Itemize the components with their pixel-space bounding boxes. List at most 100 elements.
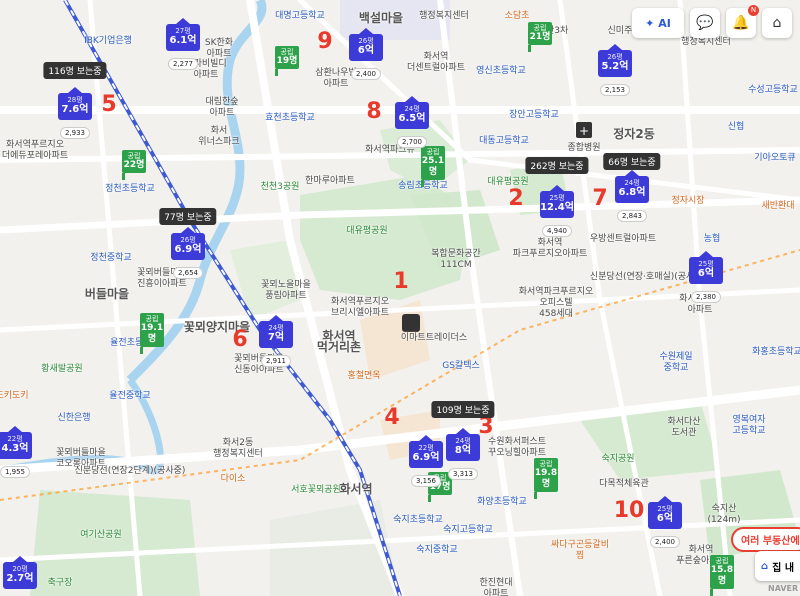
- listing-pin[interactable]: 24평 6.8억 2,843: [615, 170, 649, 222]
- annotation-number: 5: [101, 92, 117, 117]
- chat-button[interactable]: 💬: [690, 8, 720, 38]
- map-label: 정자2동: [613, 127, 655, 141]
- pin-size: 24평: [268, 324, 284, 332]
- map-label: 화서역 더센트럴아파트: [407, 52, 465, 73]
- pin-price: 6.1억: [169, 35, 197, 46]
- annotation-number: 10: [613, 498, 645, 523]
- school-type: 공립: [715, 557, 729, 565]
- pin-size: 28평: [67, 96, 83, 104]
- listing-pin[interactable]: 25평 12.4억 4,940: [540, 185, 574, 237]
- listing-pin[interactable]: 20평2.7억1,355: [3, 556, 37, 596]
- viewer-tooltip: 116명 보는중: [43, 62, 107, 79]
- home-sale-label: 집 내: [772, 562, 795, 574]
- map-label: 버들마을: [84, 287, 130, 301]
- pin-price: 6억: [357, 45, 375, 56]
- map-label: 숙지산 (124m): [707, 504, 741, 525]
- map-label: 숙지고등학교: [443, 525, 493, 535]
- school-type: 공립: [533, 24, 547, 32]
- pin-count: 2,277: [167, 58, 199, 70]
- listing-pin[interactable]: 25평 6억 2,380: [689, 251, 723, 303]
- naver-logo: NAVER: [768, 584, 799, 593]
- listing-pin[interactable]: 25평 6억 2,400: [648, 496, 682, 548]
- pin-price: 7.6억: [61, 104, 89, 115]
- annotation-number: 9: [317, 29, 333, 54]
- house-icon: ⌂: [761, 560, 769, 572]
- annotation-number: 8: [366, 99, 382, 124]
- map-label: 새반환대: [761, 201, 795, 211]
- annotation-number: 4: [384, 405, 400, 430]
- home-button[interactable]: ⌂: [762, 8, 792, 38]
- viewer-tooltip: 109명 보는중: [431, 401, 495, 418]
- pin-size: 25평: [657, 505, 673, 513]
- pin-count: 2,933: [59, 127, 91, 139]
- school-marker[interactable]: 공립 21명: [528, 22, 552, 52]
- map-label: 꽃뫼노을마을 풍림아파트: [261, 280, 311, 301]
- pin-size: 22평: [7, 435, 23, 443]
- map-label: 숙지초등학교: [393, 515, 443, 525]
- listing-pin[interactable]: 22평 4.3억 1,955: [0, 426, 32, 478]
- school-type: 공립: [145, 315, 159, 323]
- pin-size: 22평: [418, 444, 434, 452]
- svg-text:+: +: [579, 124, 589, 138]
- pin-size: 27평: [175, 27, 191, 35]
- pin-count: 1,955: [0, 466, 31, 478]
- map-label: GS칼텍스: [442, 361, 480, 371]
- school-marker[interactable]: 공립 19.1명: [140, 313, 164, 354]
- school-marker[interactable]: 공립 22명: [122, 150, 146, 180]
- promo-bubble[interactable]: 여러 부동산에: [731, 527, 800, 552]
- pin-price: 2.7억: [6, 573, 34, 584]
- listing-pin[interactable]: 26평 5.2억 2,153: [598, 44, 632, 96]
- map-label: 화서역 먹거리촌: [316, 329, 362, 354]
- pin-flag: 27평 6.1억: [166, 18, 200, 51]
- pin-price: 8억: [454, 445, 472, 456]
- school-marker[interactable]: 공립 19.8명: [534, 458, 558, 499]
- listing-pin[interactable]: 26평 6억 2,400: [349, 28, 383, 80]
- map-label: 화서다산 도서관: [667, 417, 701, 438]
- pin-size: 26평: [180, 236, 196, 244]
- map-label: 천천3공원: [260, 182, 300, 192]
- pin-flag: 26평 5.2억: [598, 44, 632, 77]
- map-label: 여기산공원: [80, 530, 122, 540]
- map-label: 화서역파크푸르지오 오피스텔 458세대: [518, 287, 594, 319]
- listing-pin[interactable]: 26평 6.9억 2,654: [171, 227, 205, 279]
- ai-button[interactable]: ✦ AI: [632, 8, 684, 38]
- listing-pin[interactable]: 28평 7.6억 2,933: [58, 87, 92, 139]
- pin-price: 12.4억: [540, 202, 574, 213]
- pin-price: 6.5억: [398, 113, 426, 124]
- map-label: 도키도키: [0, 391, 29, 401]
- map-label: 대유평공원: [346, 226, 388, 236]
- school-marker[interactable]: 공립 19명: [275, 46, 299, 76]
- listing-pin[interactable]: 24평 8억 3,313: [446, 428, 480, 480]
- map-label: 영복여자 고등학교: [732, 415, 766, 436]
- home-sale-button[interactable]: ⌂ 집 내: [755, 551, 800, 581]
- pin-price: 6.8억: [618, 187, 646, 198]
- map-label: 복합문화공간 111CM: [431, 249, 481, 270]
- map-label: 기아오토큐: [754, 153, 796, 163]
- pin-price: 4.3억: [1, 443, 29, 454]
- school-marker[interactable]: 공립 25.1명: [421, 146, 445, 187]
- home-icon: ⌂: [772, 15, 782, 31]
- listing-pin[interactable]: 27평 6.1억 2,277: [166, 18, 200, 70]
- map-label: 정천초등학교: [105, 184, 155, 194]
- listing-pin[interactable]: 22평 6.9억 3,156: [409, 435, 443, 487]
- map-label: 신협: [727, 122, 745, 132]
- map-canvas[interactable]: + 대명고등학교 백설마을 행정복지센터 소담초 백산3차 신미주아 행정복지센터 IBK기업…: [0, 0, 800, 596]
- pin-price: 6.9억: [174, 244, 202, 255]
- map-label: 화양초등학교: [477, 497, 527, 507]
- map-label: 화서2동 행정복지센터: [213, 438, 263, 459]
- notification-button[interactable]: 🔔 N: [726, 5, 759, 38]
- pin-count: 2,400: [350, 68, 382, 80]
- listing-pin[interactable]: 24평 7억 2,911: [259, 315, 293, 367]
- map-label: 영신초등학교: [476, 66, 526, 76]
- map-label: SK한화 아파트: [204, 38, 234, 59]
- viewer-tooltip: 66명 보는중: [603, 153, 661, 170]
- pin-flag: 28평 7.6억: [58, 87, 92, 120]
- listing-pin[interactable]: 24평 6.5억 2,700: [395, 96, 429, 148]
- map-label: 수원화서퍼스트 꾸오닝힐아파트: [488, 437, 546, 458]
- school-type: 공립: [280, 48, 294, 56]
- map-label: 화서역푸르지오 브리시엘아파트: [331, 297, 389, 318]
- school-marker[interactable]: 공립 15.8명: [710, 555, 734, 596]
- pin-count: 4,940: [541, 225, 573, 237]
- map-label: 행정복지센터: [681, 37, 731, 47]
- notification-badge: N: [748, 5, 759, 16]
